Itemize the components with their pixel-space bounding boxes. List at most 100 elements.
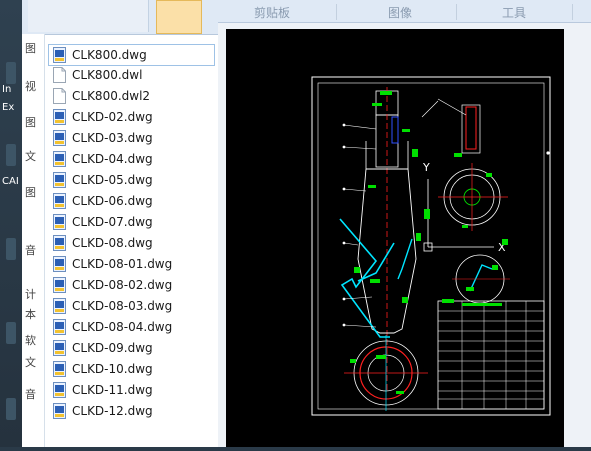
dwg-icon: [53, 403, 66, 419]
file-list-item[interactable]: CLKD-07.dwg: [49, 212, 215, 232]
blank-file-icon: [53, 67, 66, 83]
file-name: CLKD-08.dwg: [72, 236, 153, 250]
support-frame: [397, 238, 413, 280]
file-name: CLKD-07.dwg: [72, 215, 153, 229]
file-list-item[interactable]: CLK800.dwl2: [49, 86, 215, 106]
file-name: CLKD-02.dwg: [72, 110, 153, 124]
inlet-duct: [391, 116, 399, 144]
dwg-icon: [53, 151, 66, 167]
toolbar-button[interactable]: [68, 0, 109, 32]
dwg-icon: [53, 340, 66, 356]
nav-item[interactable]: 图: [25, 40, 36, 56]
file-list-item[interactable]: CLKD-04.dwg: [49, 149, 215, 169]
file-name: CLKD-04.dwg: [72, 152, 153, 166]
ribbon-tab-clipboard[interactable]: 剪贴板: [254, 4, 290, 21]
file-list-item[interactable]: CLK800.dwl: [49, 65, 215, 85]
toolbar-button[interactable]: [28, 0, 69, 32]
dwg-icon: [53, 382, 66, 398]
desktop-shortcut-icon[interactable]: [6, 238, 16, 260]
detail-part: [465, 106, 477, 150]
desktop-shortcut-icon[interactable]: [6, 322, 16, 344]
toolbar-button[interactable]: [108, 0, 149, 32]
file-name: CLKD-12.dwg: [72, 404, 153, 418]
file-list-item[interactable]: CLKD-02.dwg: [49, 107, 215, 127]
dwg-icon: [53, 130, 66, 146]
file-name: CLKD-08-01.dwg: [72, 257, 173, 271]
desktop-label[interactable]: CAI: [2, 176, 19, 187]
desktop-shortcut-icon[interactable]: [6, 144, 16, 166]
file-list-item[interactable]: CLKD-08-01.dwg: [49, 254, 215, 274]
dimension-markers: [350, 91, 508, 394]
dwg-icon: [53, 361, 66, 377]
dwg-icon: [53, 235, 66, 251]
file-name: CLKD-10.dwg: [72, 362, 153, 376]
file-list-item[interactable]: CLKD-12.dwg: [49, 401, 215, 421]
desktop-shortcut-icon[interactable]: [6, 62, 16, 84]
file-list-item[interactable]: CLKD-05.dwg: [49, 170, 215, 190]
file-name: CLK800.dwg: [72, 48, 147, 62]
title-block-grid: [438, 301, 544, 409]
title-block: [437, 300, 545, 410]
toolbar-button-active[interactable]: [156, 0, 202, 34]
drawing-frame: [311, 76, 551, 416]
file-explorer-window: 图 视 图 文 图 音 计 本 软 文 音 CLK800.dwg CLK800.d…: [22, 0, 241, 447]
dwg-icon: [53, 277, 66, 293]
file-name: CLKD-08-04.dwg: [72, 320, 173, 334]
ribbon-separator: [572, 4, 573, 20]
file-name: CLK800.dwl2: [72, 89, 151, 103]
navigation-pane: 图 视 图 文 图 音 计 本 软 文 音: [22, 34, 45, 447]
nav-item[interactable]: 文: [25, 354, 36, 370]
file-name: CLK800.dwl: [72, 68, 143, 82]
file-name: CLKD-05.dwg: [72, 173, 153, 187]
file-name: CLKD-09.dwg: [72, 341, 153, 355]
file-list-item[interactable]: CLKD-08-02.dwg: [49, 275, 215, 295]
file-list-item[interactable]: CLK800.dwg: [48, 44, 215, 66]
cad-drawing-preview[interactable]: Y X: [226, 29, 568, 447]
dwg-icon: [53, 214, 66, 230]
nav-item[interactable]: 视: [25, 78, 36, 94]
nav-item[interactable]: 图: [25, 184, 36, 200]
ribbon-tab-image[interactable]: 图像: [388, 4, 412, 21]
image-canvas[interactable]: Y X: [218, 23, 591, 447]
nav-item[interactable]: 音: [25, 242, 36, 258]
desktop-shortcut-icon[interactable]: [6, 398, 16, 420]
ribbon-tab-tools[interactable]: 工具: [502, 4, 526, 21]
viewer-ribbon: 剪贴板 图像 工具: [218, 0, 591, 23]
file-list-item[interactable]: CLKD-09.dwg: [49, 338, 215, 358]
dwg-icon: [53, 172, 66, 188]
file-list-item[interactable]: CLKD-03.dwg: [49, 128, 215, 148]
file-list-item[interactable]: CLKD-08.dwg: [49, 233, 215, 253]
ribbon-separator: [336, 4, 337, 20]
file-name: CLKD-11.dwg: [72, 383, 153, 397]
file-name: CLKD-03.dwg: [72, 131, 153, 145]
file-list-item[interactable]: CLKD-08-04.dwg: [49, 317, 215, 337]
file-list-item[interactable]: CLKD-06.dwg: [49, 191, 215, 211]
dwg-icon: [53, 256, 66, 272]
desktop-strip: In Ex CAI: [0, 0, 22, 447]
detail-part-frame: [461, 104, 481, 154]
ribbon-separator: [456, 4, 457, 20]
ucs-y-label: Y: [422, 161, 430, 174]
nav-item[interactable]: 本: [25, 306, 36, 322]
dwg-icon: [53, 319, 66, 335]
dwg-icon: [53, 298, 66, 314]
file-list: CLK800.dwg CLK800.dwl CLK800.dwl2 CLKD-02.d…: [45, 44, 215, 447]
nav-item[interactable]: 软: [25, 332, 36, 348]
file-list-item[interactable]: CLKD-08-03.dwg: [49, 296, 215, 316]
file-list-item[interactable]: CLKD-11.dwg: [49, 380, 215, 400]
explorer-toolbar: [22, 0, 218, 35]
nav-item[interactable]: 文: [25, 148, 36, 164]
dwg-icon: [53, 47, 66, 63]
file-name: CLKD-08-02.dwg: [72, 278, 173, 292]
nav-item[interactable]: 图: [25, 114, 36, 130]
file-name: CLKD-06.dwg: [72, 194, 153, 208]
cad-drawing: Y X: [311, 76, 568, 416]
nav-item[interactable]: 计: [25, 286, 36, 302]
file-name: CLKD-08-03.dwg: [72, 299, 173, 313]
file-list-item[interactable]: CLKD-10.dwg: [49, 359, 215, 379]
dwg-icon: [53, 109, 66, 125]
blank-file-icon: [53, 88, 66, 104]
desktop-label[interactable]: Ex: [2, 102, 14, 113]
nav-item[interactable]: 音: [25, 386, 36, 402]
desktop-label[interactable]: In: [2, 84, 11, 95]
